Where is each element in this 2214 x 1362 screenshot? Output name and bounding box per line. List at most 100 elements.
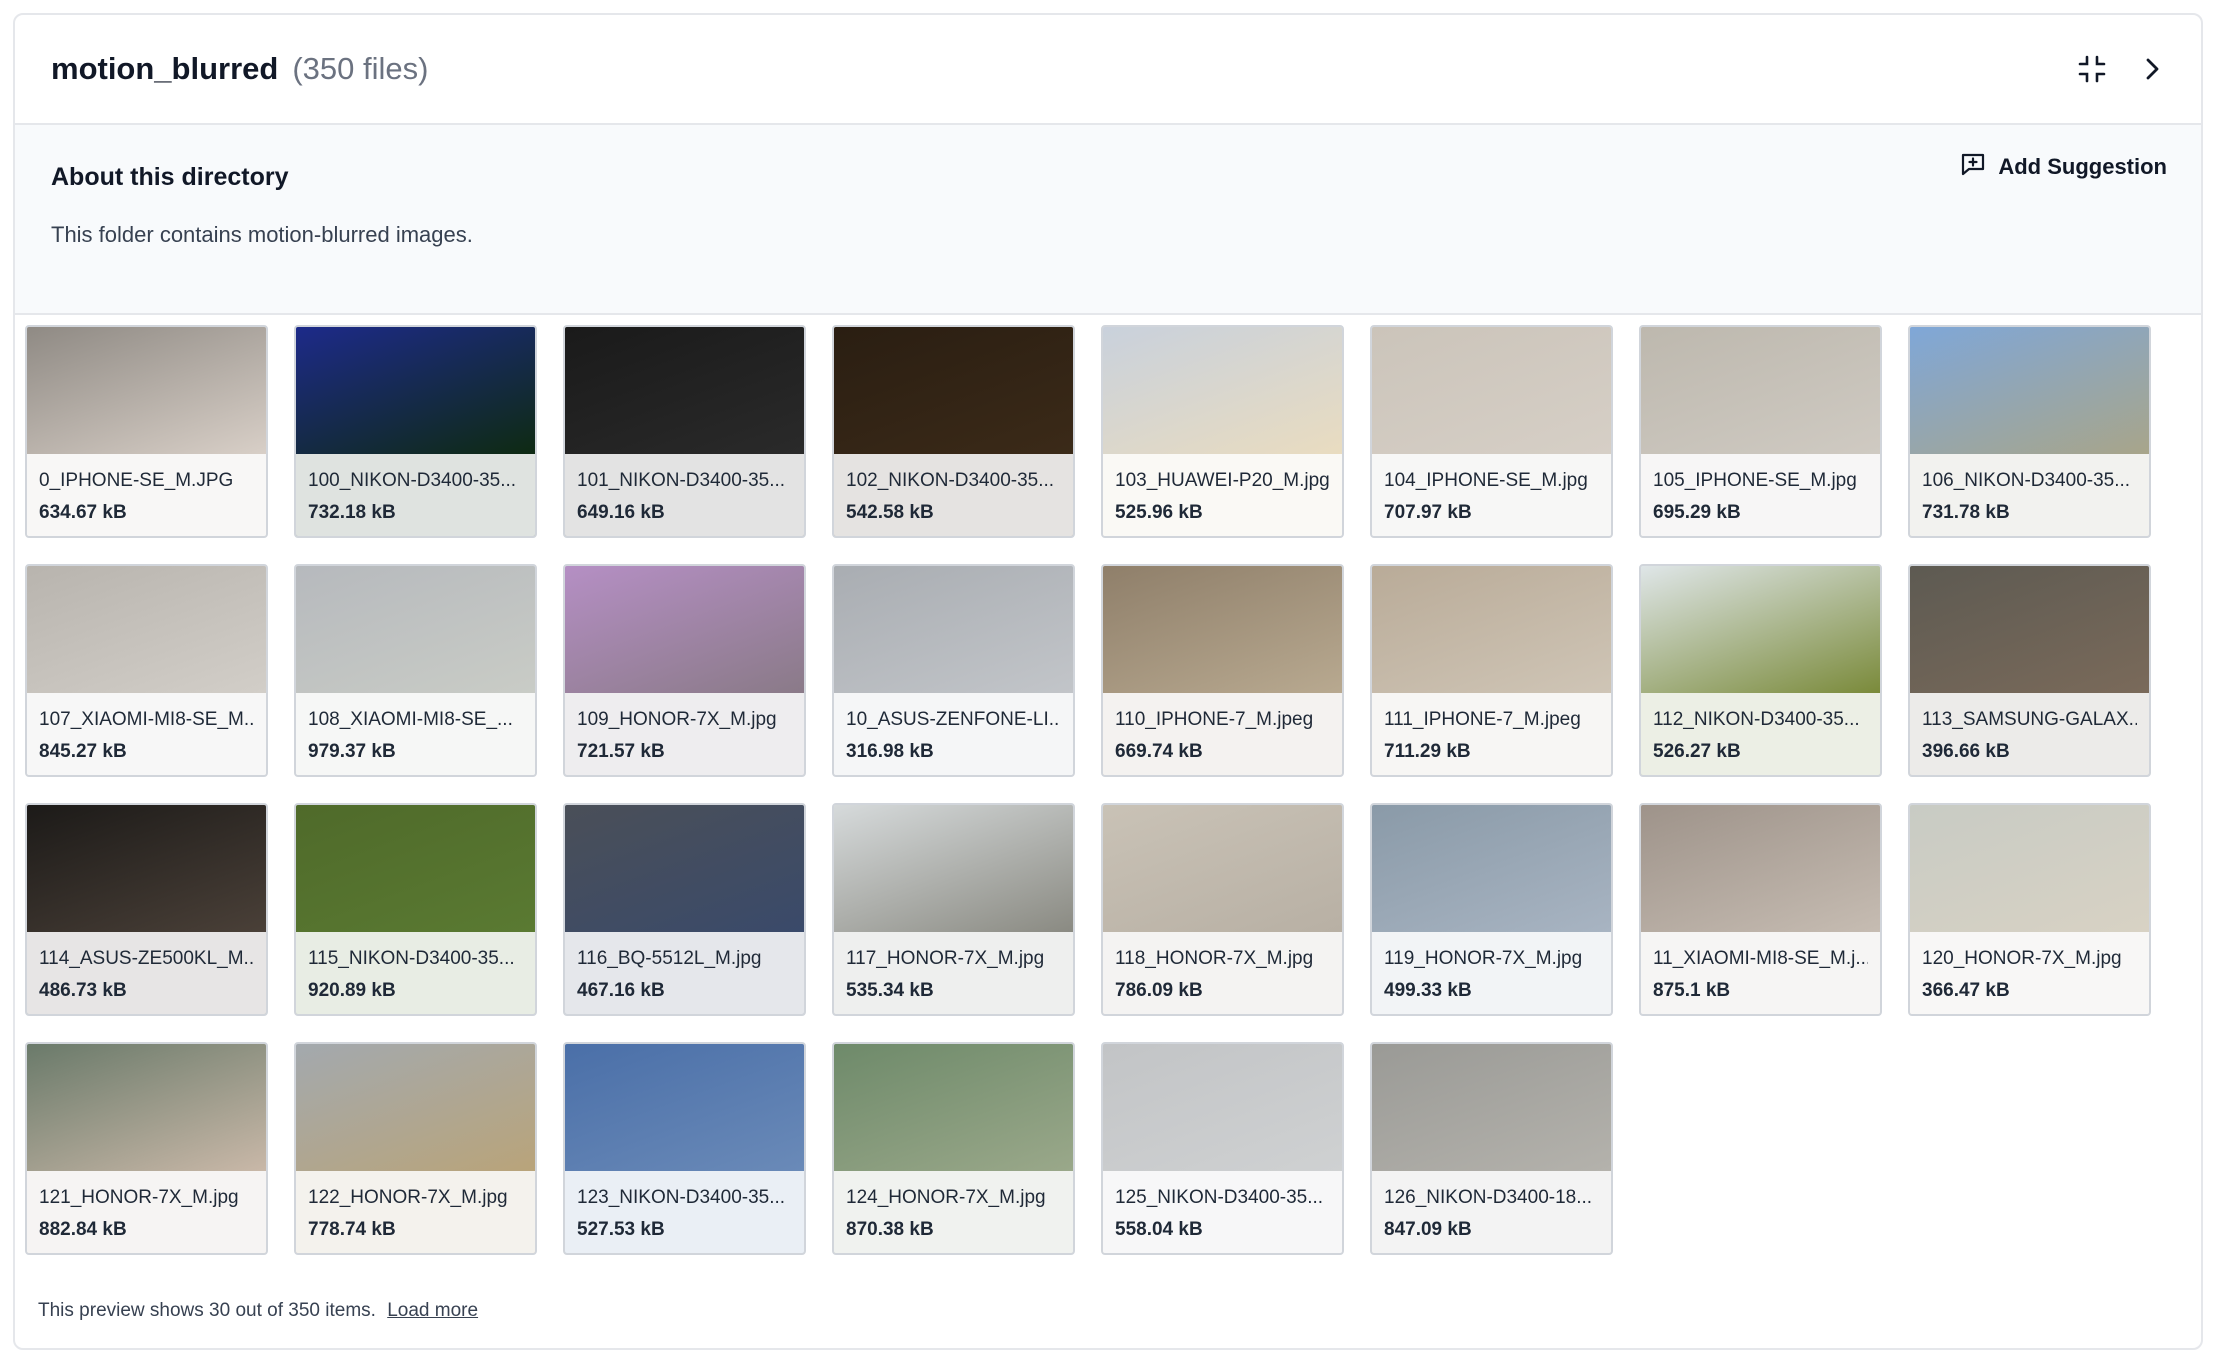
file-card[interactable]: 117_HONOR-7X_M.jpg 535.34 kB bbox=[832, 803, 1075, 1016]
file-caption: 100_NIKON-D3400-35... 732.18 kB bbox=[296, 454, 535, 536]
file-name: 110_IPHONE-7_M.jpeg bbox=[1115, 709, 1314, 730]
file-card[interactable]: 122_HONOR-7X_M.jpg 778.74 kB bbox=[294, 1042, 537, 1255]
file-card[interactable]: 11_XIAOMI-MI8-SE_M.j... 875.1 kB bbox=[1639, 803, 1882, 1016]
file-caption: 116_BQ-5512L_M.jpg 467.16 kB bbox=[565, 932, 804, 1014]
file-name: 106_NIKON-D3400-35... bbox=[1922, 470, 2131, 491]
file-caption: 115_NIKON-D3400-35... 920.89 kB bbox=[296, 932, 535, 1014]
file-name: 10_ASUS-ZENFONE-LI... bbox=[846, 709, 1061, 730]
file-card[interactable]: 101_NIKON-D3400-35... 649.16 kB bbox=[563, 325, 806, 538]
file-name: 124_HONOR-7X_M.jpg bbox=[846, 1187, 1046, 1208]
file-size: 875.1 kB bbox=[1653, 980, 1731, 1001]
file-size: 786.09 kB bbox=[1115, 980, 1203, 1001]
about-description: This folder contains motion-blurred imag… bbox=[51, 222, 473, 247]
file-card[interactable]: 118_HONOR-7X_M.jpg 786.09 kB bbox=[1101, 803, 1344, 1016]
file-name: 123_NIKON-D3400-35... bbox=[577, 1187, 786, 1208]
file-caption: 101_NIKON-D3400-35... 649.16 kB bbox=[565, 454, 804, 536]
file-caption: 117_HONOR-7X_M.jpg 535.34 kB bbox=[834, 932, 1073, 1014]
file-caption: 120_HONOR-7X_M.jpg 366.47 kB bbox=[1910, 932, 2149, 1014]
file-size: 527.53 kB bbox=[577, 1219, 665, 1240]
file-size: 707.97 kB bbox=[1384, 502, 1472, 523]
file-name: 120_HONOR-7X_M.jpg bbox=[1922, 948, 2122, 969]
file-size: 732.18 kB bbox=[308, 502, 396, 523]
file-caption: 0_IPHONE-SE_M.JPG 634.67 kB bbox=[27, 454, 266, 536]
file-card[interactable]: 126_NIKON-D3400-18... 847.09 kB bbox=[1370, 1042, 1613, 1255]
file-size: 882.84 kB bbox=[39, 1219, 127, 1240]
file-name: 102_NIKON-D3400-35... bbox=[846, 470, 1055, 491]
load-more-link[interactable]: Load more bbox=[387, 1300, 478, 1321]
file-name: 117_HONOR-7X_M.jpg bbox=[846, 948, 1045, 969]
file-name: 104_IPHONE-SE_M.jpg bbox=[1384, 470, 1588, 491]
file-caption: 123_NIKON-D3400-35... 527.53 kB bbox=[565, 1171, 804, 1253]
file-caption: 106_NIKON-D3400-35... 731.78 kB bbox=[1910, 454, 2149, 536]
file-size: 711.29 kB bbox=[1384, 741, 1471, 762]
file-size: 526.27 kB bbox=[1653, 741, 1741, 762]
file-card[interactable]: 106_NIKON-D3400-35... 731.78 kB bbox=[1908, 325, 2151, 538]
file-caption: 105_IPHONE-SE_M.jpg 695.29 kB bbox=[1641, 454, 1880, 536]
file-size: 366.47 kB bbox=[1922, 980, 2010, 1001]
file-card[interactable]: 120_HONOR-7X_M.jpg 366.47 kB bbox=[1908, 803, 2151, 1016]
file-card[interactable]: 124_HONOR-7X_M.jpg 870.38 kB bbox=[832, 1042, 1075, 1255]
file-card[interactable]: 0_IPHONE-SE_M.JPG 634.67 kB bbox=[25, 325, 268, 538]
file-caption: 125_NIKON-D3400-35... 558.04 kB bbox=[1103, 1171, 1342, 1253]
file-caption: 113_SAMSUNG-GALAX... 396.66 kB bbox=[1910, 693, 2149, 775]
file-card[interactable]: 113_SAMSUNG-GALAX... 396.66 kB bbox=[1908, 564, 2151, 777]
file-name: 118_HONOR-7X_M.jpg bbox=[1115, 948, 1314, 969]
preview-footer: This preview shows 30 out of 350 items. … bbox=[38, 1300, 478, 1322]
file-name: 0_IPHONE-SE_M.JPG bbox=[39, 470, 234, 491]
file-size: 634.67 kB bbox=[39, 502, 127, 523]
file-card[interactable]: 123_NIKON-D3400-35... 527.53 kB bbox=[563, 1042, 806, 1255]
file-card[interactable]: 109_HONOR-7X_M.jpg 721.57 kB bbox=[563, 564, 806, 777]
chevron-right-icon[interactable] bbox=[2139, 56, 2165, 82]
file-size: 669.74 kB bbox=[1115, 741, 1203, 762]
add-suggestion-button[interactable]: Add Suggestion bbox=[1960, 151, 2167, 183]
file-size: 542.58 kB bbox=[846, 502, 934, 523]
file-card[interactable]: 100_NIKON-D3400-35... 732.18 kB bbox=[294, 325, 537, 538]
add-suggestion-label: Add Suggestion bbox=[1998, 154, 2167, 179]
file-card[interactable]: 111_IPHONE-7_M.jpeg 711.29 kB bbox=[1370, 564, 1613, 777]
file-name: 108_XIAOMI-MI8-SE_... bbox=[308, 709, 513, 730]
file-caption: 126_NIKON-D3400-18... 847.09 kB bbox=[1372, 1171, 1611, 1253]
file-card[interactable]: 10_ASUS-ZENFONE-LI... 316.98 kB bbox=[832, 564, 1075, 777]
file-card[interactable]: 105_IPHONE-SE_M.jpg 695.29 kB bbox=[1639, 325, 1882, 538]
file-caption: 108_XIAOMI-MI8-SE_... 979.37 kB bbox=[296, 693, 535, 775]
directory-title: motion_blurred bbox=[51, 51, 279, 86]
file-size: 870.38 kB bbox=[846, 1219, 934, 1240]
file-caption: 112_NIKON-D3400-35... 526.27 kB bbox=[1641, 693, 1880, 775]
file-caption: 11_XIAOMI-MI8-SE_M.j... 875.1 kB bbox=[1641, 932, 1880, 1014]
file-card[interactable]: 103_HUAWEI-P20_M.jpg 525.96 kB bbox=[1101, 325, 1344, 538]
file-card[interactable]: 108_XIAOMI-MI8-SE_... 979.37 kB bbox=[294, 564, 537, 777]
file-caption: 10_ASUS-ZENFONE-LI... 316.98 kB bbox=[834, 693, 1073, 775]
collapse-icon[interactable] bbox=[2075, 52, 2109, 86]
file-caption: 111_IPHONE-7_M.jpeg 711.29 kB bbox=[1372, 693, 1611, 775]
file-caption: 103_HUAWEI-P20_M.jpg 525.96 kB bbox=[1103, 454, 1342, 536]
file-size: 695.29 kB bbox=[1653, 502, 1741, 523]
file-card[interactable]: 125_NIKON-D3400-35... 558.04 kB bbox=[1101, 1042, 1344, 1255]
file-caption: 121_HONOR-7X_M.jpg 882.84 kB bbox=[27, 1171, 266, 1253]
file-name: 109_HONOR-7X_M.jpg bbox=[577, 709, 777, 730]
file-name: 113_SAMSUNG-GALAX... bbox=[1922, 709, 2137, 730]
file-caption: 109_HONOR-7X_M.jpg 721.57 kB bbox=[565, 693, 804, 775]
file-card[interactable]: 119_HONOR-7X_M.jpg 499.33 kB bbox=[1370, 803, 1613, 1016]
file-size: 558.04 kB bbox=[1115, 1219, 1203, 1240]
header-actions bbox=[2075, 52, 2165, 86]
file-card[interactable]: 110_IPHONE-7_M.jpeg 669.74 kB bbox=[1101, 564, 1344, 777]
file-size: 499.33 kB bbox=[1384, 980, 1472, 1001]
file-size: 649.16 kB bbox=[577, 502, 665, 523]
file-card[interactable]: 116_BQ-5512L_M.jpg 467.16 kB bbox=[563, 803, 806, 1016]
file-name: 116_BQ-5512L_M.jpg bbox=[577, 948, 762, 969]
file-name: 11_XIAOMI-MI8-SE_M.j... bbox=[1653, 948, 1868, 969]
file-size: 847.09 kB bbox=[1384, 1219, 1472, 1240]
file-size: 721.57 kB bbox=[577, 741, 665, 762]
file-name: 114_ASUS-ZE500KL_M... bbox=[39, 948, 254, 969]
file-card[interactable]: 121_HONOR-7X_M.jpg 882.84 kB bbox=[25, 1042, 268, 1255]
file-card[interactable]: 115_NIKON-D3400-35... 920.89 kB bbox=[294, 803, 537, 1016]
file-card[interactable]: 102_NIKON-D3400-35... 542.58 kB bbox=[832, 325, 1075, 538]
file-name: 126_NIKON-D3400-18... bbox=[1384, 1187, 1593, 1208]
file-card[interactable]: 104_IPHONE-SE_M.jpg 707.97 kB bbox=[1370, 325, 1613, 538]
file-name: 119_HONOR-7X_M.jpg bbox=[1384, 948, 1583, 969]
file-card[interactable]: 107_XIAOMI-MI8-SE_M... 845.27 kB bbox=[25, 564, 268, 777]
file-caption: 118_HONOR-7X_M.jpg 786.09 kB bbox=[1103, 932, 1342, 1014]
file-caption: 107_XIAOMI-MI8-SE_M... 845.27 kB bbox=[27, 693, 266, 775]
file-card[interactable]: 112_NIKON-D3400-35... 526.27 kB bbox=[1639, 564, 1882, 777]
file-card[interactable]: 114_ASUS-ZE500KL_M... 486.73 kB bbox=[25, 803, 268, 1016]
